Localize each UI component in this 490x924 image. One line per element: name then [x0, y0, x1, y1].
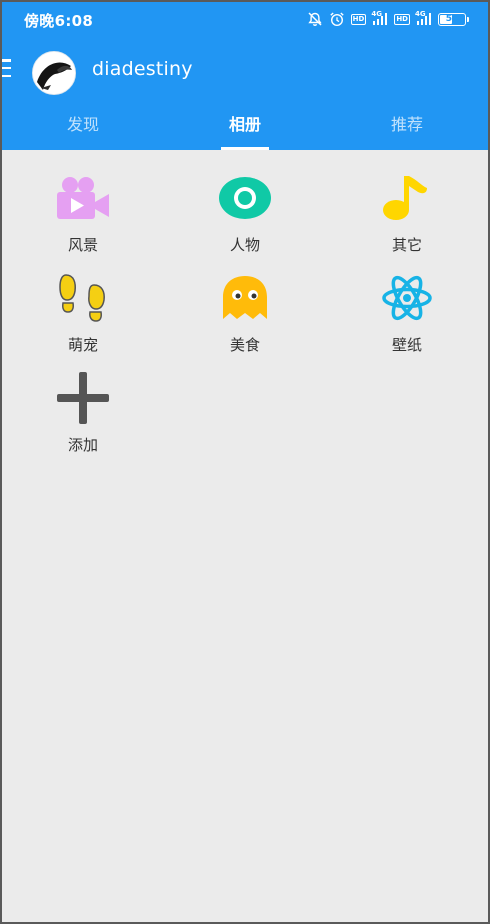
hd-voice-badge: HD	[350, 13, 367, 25]
album-scenery[interactable]: 风景	[2, 170, 164, 270]
album-other[interactable]: 其它	[326, 170, 488, 270]
album-label: 萌宠	[67, 336, 98, 354]
album-people[interactable]: 人物	[164, 170, 326, 270]
album-label: 美食	[229, 336, 260, 354]
alarm-clock-icon	[329, 12, 344, 27]
plus-icon	[57, 372, 109, 424]
atom-icon	[382, 275, 432, 321]
album-food[interactable]: 美食	[164, 270, 326, 370]
menu-icon[interactable]	[2, 59, 14, 77]
disc-icon	[219, 177, 271, 219]
video-camera-icon	[57, 177, 109, 219]
album-wallpaper[interactable]: 壁纸	[326, 270, 488, 370]
notifications-off-icon	[308, 12, 322, 26]
username[interactable]: diadestiny	[92, 58, 193, 80]
status-time: 傍晚6:08	[24, 12, 94, 30]
hd-voice-badge-secondary: HD	[394, 13, 410, 25]
toolbar: diadestiny	[2, 38, 488, 100]
album-label: 壁纸	[391, 336, 422, 354]
album-pets[interactable]: 萌宠	[2, 270, 164, 370]
ghost-icon	[223, 276, 267, 319]
battery-icon: 54	[438, 12, 469, 26]
footprints-icon	[59, 274, 105, 322]
avatar[interactable]	[32, 51, 76, 95]
status-bar: 傍晚6:08 HD 4G HD 4G 54	[2, 2, 488, 36]
add-album-button[interactable]: 添加	[2, 370, 164, 470]
app-frame: 傍晚6:08 HD 4G HD 4G 54 diadestiny 发现 相册 推…	[0, 0, 490, 924]
signal-strength-icon: 4G	[371, 10, 388, 25]
avatar-image	[33, 52, 75, 94]
network-type-label: 4G	[371, 10, 382, 18]
album-label: 其它	[391, 236, 422, 254]
album-label: 添加	[67, 436, 98, 454]
network-type-label-secondary: 4G	[415, 10, 426, 18]
album-grid: 风景 人物 其它 萌宠 美食 壁纸 添加	[2, 150, 488, 470]
tab-discover[interactable]: 发现	[2, 100, 164, 150]
battery-level: 54	[445, 14, 459, 24]
album-label: 风景	[67, 236, 98, 254]
music-note-icon	[383, 176, 427, 220]
signal-strength-icon-secondary: 4G	[415, 10, 432, 25]
tab-bar: 发现 相册 推荐	[2, 100, 488, 150]
album-label: 人物	[229, 236, 260, 254]
app-bar: 傍晚6:08 HD 4G HD 4G 54 diadestiny 发现 相册 推…	[2, 2, 488, 150]
tab-recommend[interactable]: 推荐	[326, 100, 488, 150]
tab-album[interactable]: 相册	[164, 100, 326, 150]
status-icons: HD 4G HD 4G 54	[307, 10, 469, 28]
